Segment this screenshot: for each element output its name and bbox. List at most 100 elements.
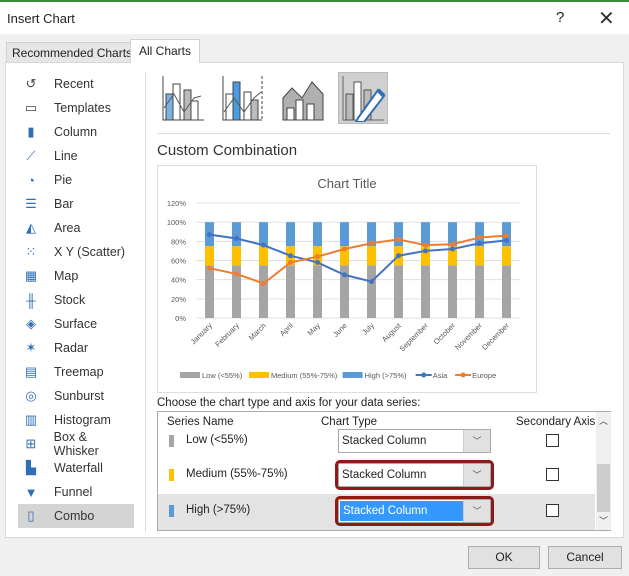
sidebar-item-x-y-scatter[interactable]: ⁙ X Y (Scatter) [18,240,134,264]
point-europe [234,271,239,277]
scroll-thumb[interactable] [597,464,610,512]
secondary-axis-checkbox[interactable] [546,504,559,517]
sidebar-item-label: Pie [54,173,73,187]
series-color-swatch [169,435,174,447]
ok-button[interactable]: OK [468,546,540,569]
section-title: Custom Combination [157,142,298,159]
sidebar-item-label: Box & Whisker [53,430,99,458]
chevron-down-icon[interactable]: ﹀ [463,464,490,486]
custom-combination-button[interactable] [338,72,388,124]
bar-high [232,222,241,247]
point-asia [423,248,428,254]
point-asia [450,246,455,252]
y-tick-label: 120% [167,199,187,208]
x-tick-label: June [331,321,349,339]
sidebar-item-label: Column [54,125,98,139]
series-row: Low (<55%) Stacked Column ﹀ [158,424,595,460]
point-asia [477,240,482,246]
sidebar-item-label: Stock [54,293,86,307]
point-europe [288,259,293,265]
point-europe [369,240,374,246]
secondary-axis-checkbox[interactable] [546,468,559,481]
chart-type-select[interactable]: Stacked Column ﹀ [335,460,494,490]
scatter-chart-icon: ⁙ [25,244,37,259]
sidebar-item-radar[interactable]: ✶ Radar [18,336,134,360]
bar-low [421,265,430,318]
sidebar-item-waterfall[interactable]: ▙ Waterfall [18,456,134,480]
legend-label: Europe [472,371,496,380]
sidebar-item-templates[interactable]: ▭ Templates [18,96,134,120]
pie-chart-icon: ◔ [27,172,35,188]
chart-preview: Chart Title 0% 20% 40% 60% 80% 100% 120% January… [157,165,537,393]
bar-medium [232,246,241,266]
sidebar-item-recent[interactable]: ↺ Recent [18,72,134,96]
series-name: High (>75%) [186,504,251,516]
sidebar-item-bar[interactable]: ☰ Bar [18,192,134,216]
cancel-button[interactable]: Cancel [548,546,622,569]
chart-type-select[interactable]: Stacked Column ﹀ [338,429,491,453]
help-button[interactable]: ? [556,9,564,26]
scroll-up-icon[interactable]: ︿ [599,414,608,427]
point-europe [423,242,428,248]
tab-recommended-charts[interactable]: Recommended Charts [6,42,139,62]
sidebar-item-column[interactable]: ▮ Column [18,120,134,144]
sidebar-item-line[interactable]: ⟋ Line [18,144,134,168]
scroll-down-icon[interactable]: ﹀ [599,514,608,527]
sidebar-item-label: X Y (Scatter) [54,245,126,259]
chevron-down-icon[interactable]: ﹀ [463,500,490,522]
sidebar-item-pie[interactable]: ◔ Pie [18,168,134,192]
bar-low [448,265,457,318]
sidebar-item-label: Waterfall [54,461,103,475]
sidebar-item-combo[interactable]: ▯ Combo [18,504,134,528]
waterfall-chart-icon: ▙ [26,460,36,475]
point-europe [396,236,401,242]
sidebar-item-box-whisker[interactable]: ⊞ Box & Whisker [18,430,134,458]
sidebar-item-surface[interactable]: ◈ Surface [18,312,134,336]
sidebar-item-histogram[interactable]: ▥ Histogram [18,408,134,432]
series-color-swatch [169,469,174,481]
close-button[interactable]: ✕ [598,6,615,31]
legend-label: High (>75%) [365,371,407,380]
bar-low [502,265,511,318]
chevron-down-icon[interactable]: ﹀ [463,430,490,452]
sidebar-item-label: Map [54,269,79,283]
clustered-column-line-secondary-axis-button[interactable] [218,72,268,124]
series-row: High (>75%) Stacked Column ﹀ [158,494,595,530]
scrollbar[interactable]: ︿ ﹀ [596,412,611,530]
legend-marker [460,372,466,378]
point-europe [477,235,482,240]
secondary-axis-checkbox[interactable] [546,434,559,447]
legend-label: Asia [433,371,448,380]
sidebar-item-sunburst[interactable]: ◎ Sunburst [18,384,134,408]
legend-label: Medium (55%-75%) [271,371,338,380]
stacked-area-clustered-column-button[interactable] [278,72,328,124]
legend-swatch [342,372,363,378]
chart-type-list: ↺ Recent ▭ Templates ▮ Column ⟋ Line ◔ Pie ☰ Bar ◭ Ar… [18,72,134,528]
point-europe [342,246,347,252]
sidebar-item-area[interactable]: ◭ Area [18,216,134,240]
point-asia [261,242,266,248]
sunburst-chart-icon: ◎ [25,388,37,403]
point-europe [207,265,212,271]
combo-subtype-gallery [158,72,388,124]
clustered-column-line-button[interactable] [158,72,208,124]
point-asia [396,253,401,259]
x-tick-label: May [306,321,323,338]
sidebar-item-stock[interactable]: ╫ Stock [18,288,134,312]
legend-marker [421,372,427,378]
tab-all-charts[interactable]: All Charts [130,39,201,63]
sidebar-item-treemap[interactable]: ▤ Treemap [18,360,134,384]
x-tick-label: December [480,321,511,352]
sidebar-item-label: Surface [54,317,98,331]
sidebar-item-map[interactable]: ▦ Map [18,264,134,288]
line-chart-icon: ⟋ [26,148,36,163]
chart-type-value: Stacked Column [342,469,427,481]
bar-medium [502,246,511,266]
point-asia [342,272,347,278]
sidebar-item-funnel[interactable]: ▼ Funnel [18,480,134,504]
chart-type-select[interactable]: Stacked Column ﹀ [335,496,494,526]
series-name: Medium (55%-75%) [186,468,288,480]
point-asia [504,237,509,243]
sidebar-item-label: Recent [54,77,94,91]
area-column-icon [282,81,324,121]
